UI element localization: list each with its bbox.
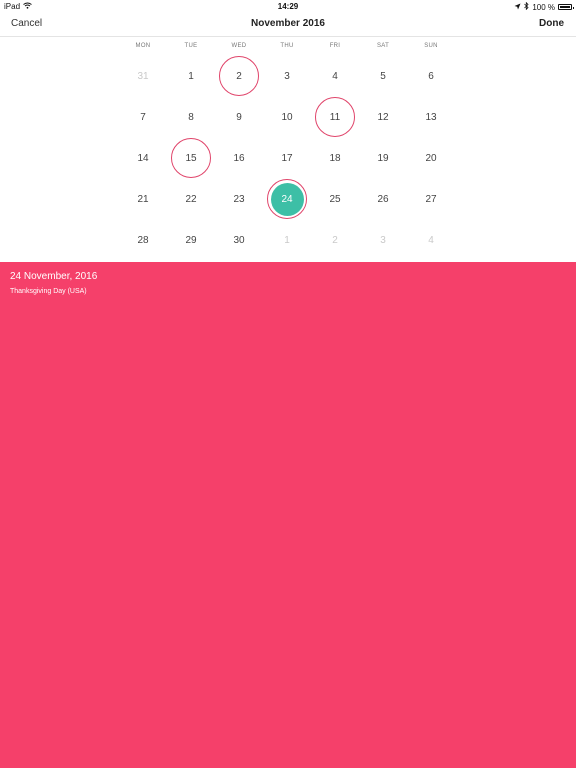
day-cell[interactable]: 5 bbox=[363, 56, 403, 96]
day-cell[interactable]: 18 bbox=[315, 138, 355, 178]
day-cell[interactable]: 1 bbox=[171, 56, 211, 96]
day-cell[interactable]: 30 bbox=[219, 220, 259, 260]
status-right: 100 % bbox=[514, 1, 574, 12]
day-cell[interactable]: 13 bbox=[411, 97, 451, 137]
day-cell[interactable]: 10 bbox=[267, 97, 307, 137]
weekday-label: MON bbox=[135, 43, 151, 49]
weekday-label: TUE bbox=[184, 43, 198, 49]
day-cell-holiday[interactable]: 2 bbox=[219, 56, 259, 96]
day-cell[interactable]: 26 bbox=[363, 179, 403, 219]
day-cell[interactable]: 27 bbox=[411, 179, 451, 219]
day-cell[interactable]: 8 bbox=[171, 97, 211, 137]
day-cell-holiday[interactable]: 11 bbox=[315, 97, 355, 137]
day-cell[interactable]: 14 bbox=[123, 138, 163, 178]
holiday-name: Thanksgiving Day (USA) bbox=[10, 288, 87, 295]
day-number: 24 bbox=[270, 182, 304, 216]
done-button[interactable]: Done bbox=[539, 18, 564, 29]
day-cell[interactable]: 25 bbox=[315, 179, 355, 219]
weekday-label: FRI bbox=[329, 43, 341, 49]
day-cell[interactable]: 3 bbox=[267, 56, 307, 96]
weekday-label: THU bbox=[280, 43, 294, 49]
month-title: November 2016 bbox=[251, 18, 325, 29]
day-cell[interactable]: 2 bbox=[315, 220, 355, 260]
day-cell[interactable]: 28 bbox=[123, 220, 163, 260]
day-cell[interactable]: 19 bbox=[363, 138, 403, 178]
weekday-label: SAT bbox=[376, 43, 390, 49]
day-cell[interactable]: 21 bbox=[123, 179, 163, 219]
day-cell[interactable]: 9 bbox=[219, 97, 259, 137]
day-cell[interactable]: 3 bbox=[363, 220, 403, 260]
day-cell[interactable]: 16 bbox=[219, 138, 259, 178]
battery-icon bbox=[558, 4, 574, 10]
nav-bar: Cancel November 2016 Done bbox=[0, 13, 576, 37]
day-cell[interactable]: 17 bbox=[267, 138, 307, 178]
day-cell[interactable]: 7 bbox=[123, 97, 163, 137]
day-cell[interactable]: 4 bbox=[315, 56, 355, 96]
calendar-grid: MON TUE WED THU FRI SAT SUN 31 1 2 3 4 5 6 7 8 9 10 11 12 13… bbox=[0, 37, 576, 262]
day-cell[interactable]: 23 bbox=[219, 179, 259, 219]
status-bar: iPad 14:29 100 % bbox=[0, 0, 576, 13]
day-cell[interactable]: 22 bbox=[171, 179, 211, 219]
day-cell[interactable]: 31 bbox=[123, 56, 163, 96]
battery-percent: 100 % bbox=[532, 2, 555, 12]
day-cell[interactable]: 29 bbox=[171, 220, 211, 260]
day-cell[interactable]: 4 bbox=[411, 220, 451, 260]
day-cell-selected[interactable]: 24 bbox=[267, 179, 307, 219]
location-arrow-icon bbox=[514, 3, 521, 12]
weekday-label: WED bbox=[231, 43, 247, 49]
status-time: 14:29 bbox=[277, 2, 299, 11]
day-cell[interactable]: 12 bbox=[363, 97, 403, 137]
day-cell[interactable]: 6 bbox=[411, 56, 451, 96]
weekday-label: SUN bbox=[424, 43, 438, 49]
selected-date: 24 November, 2016 bbox=[10, 271, 98, 282]
day-cell-holiday[interactable]: 15 bbox=[171, 138, 211, 178]
selected-day-panel: 24 November, 2016 Thanksgiving Day (USA) bbox=[0, 262, 576, 768]
bluetooth-icon bbox=[524, 1, 529, 12]
day-cell[interactable]: 1 bbox=[267, 220, 307, 260]
day-cell[interactable]: 20 bbox=[411, 138, 451, 178]
